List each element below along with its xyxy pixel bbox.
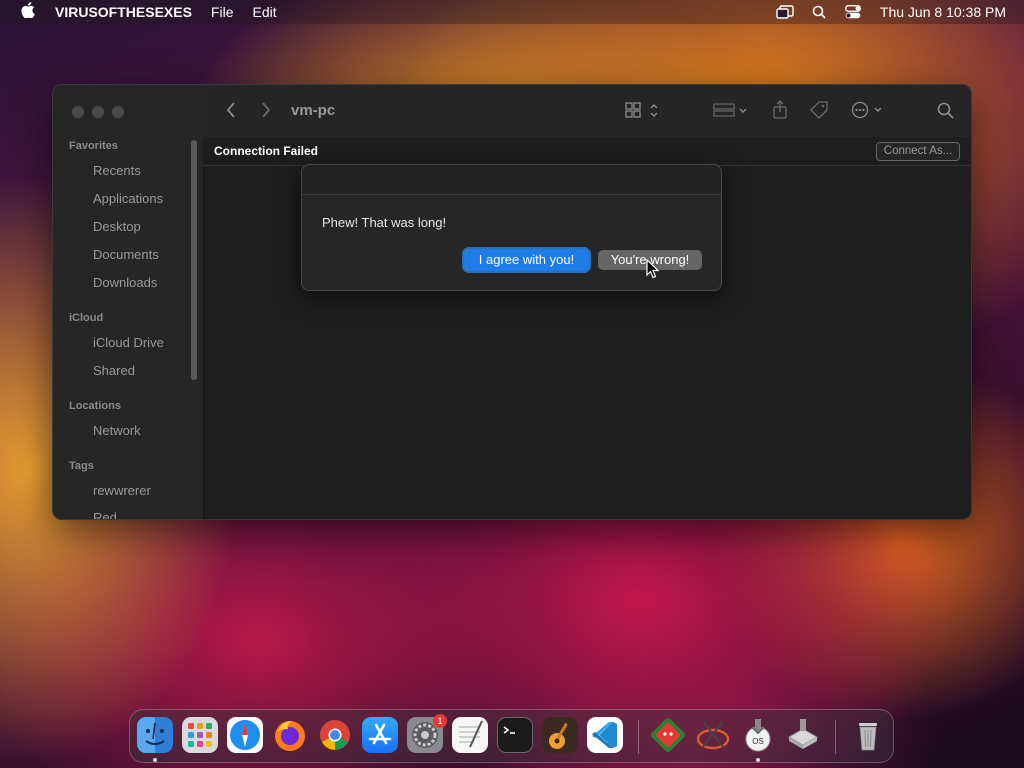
app-store-icon[interactable] [362,717,398,753]
vscode-icon[interactable] [587,717,623,753]
sidebar-item-desktop[interactable]: Desktop [93,219,141,234]
garageband-icon[interactable] [542,717,578,753]
back-button[interactable] [225,101,237,124]
svg-text:OS: OS [752,737,764,746]
agree-button[interactable]: I agree with you! [464,249,589,271]
sidebar-section-icloud: iCloud [69,312,104,324]
settings-notification-badge: 1 [433,714,447,728]
view-grid-icon[interactable] [625,102,661,125]
sidebar-item-applications[interactable]: Applications [93,191,163,206]
finder-window: Favorites Recents Applications Desktop D… [52,84,972,520]
sidebar-item-shared[interactable]: Shared [93,363,135,378]
share-icon[interactable] [772,100,788,125]
menubar-clock[interactable]: Thu Jun 8 10:38 PM [880,4,1006,20]
safari-icon[interactable] [227,717,263,753]
sidebar-item-recents[interactable]: Recents [93,163,141,178]
system-settings-icon[interactable]: 1 [407,714,447,753]
sidebar-item-downloads[interactable]: Downloads [93,275,157,290]
menu-bar: VIRUSOFTHESEXES File Edit Thu Jun 8 10:3… [0,0,1024,24]
search-icon[interactable] [937,102,955,125]
sidebar: Favorites Recents Applications Desktop D… [53,85,204,519]
launchpad-icon[interactable] [182,717,218,753]
dock-separator-trash [835,720,836,754]
connection-status-text: Connection Failed [214,144,319,158]
spotlight-search-icon[interactable] [810,5,828,19]
window-controls [72,106,132,118]
macos-installer-icon[interactable]: OS [740,717,776,753]
status-bar: Connection Failed Connect As... [203,137,971,166]
sidebar-item-network[interactable]: Network [93,423,141,438]
apple-menu-icon[interactable] [19,2,37,22]
game-app-icon[interactable] [650,717,686,753]
sidebar-item-icloud-drive[interactable]: iCloud Drive [93,335,164,350]
sidebar-section-favorites: Favorites [69,140,118,152]
disk-utility-icon[interactable] [785,717,821,753]
sidebar-scrollbar[interactable] [191,140,197,380]
trash-icon[interactable] [850,717,886,753]
screen-mirroring-icon[interactable] [776,5,794,19]
control-center-icon[interactable] [844,5,862,19]
tag-icon[interactable] [809,100,829,125]
minimize-window-button[interactable] [92,106,104,118]
menu-edit[interactable]: Edit [252,4,276,20]
menu-file[interactable]: File [211,4,234,20]
dialog-titlebar [302,165,721,195]
sidebar-item-tag-rewwrerer[interactable]: rewwrerer [93,483,151,498]
forward-button[interactable] [260,101,272,124]
group-by-icon[interactable] [713,102,749,125]
sidebar-section-locations: Locations [69,400,121,412]
connect-as-button[interactable]: Connect As... [876,142,960,161]
textedit-icon[interactable] [452,717,488,753]
sidebar-section-tags: Tags [69,460,94,472]
window-title: vm-pc [291,102,336,119]
sidebar-item-documents[interactable]: Documents [93,247,159,262]
finder-icon[interactable] [137,717,173,753]
dialog-message: Phew! That was long! [322,215,447,230]
installer-running-indicator [756,758,760,762]
sidebar-item-tag-red[interactable]: Red [93,510,117,519]
toolbar: vm-pc [203,85,971,138]
more-actions-icon[interactable] [851,101,887,124]
mouse-pointer-icon [646,258,660,279]
network-tool-icon[interactable] [695,717,731,753]
app-menu[interactable]: VIRUSOFTHESEXES [55,4,192,20]
firefox-icon[interactable] [272,717,308,753]
zoom-window-button[interactable] [112,106,124,118]
close-window-button[interactable] [72,106,84,118]
finder-running-indicator [153,758,157,762]
dock: 1 OS [129,709,894,763]
chrome-icon[interactable] [317,717,353,753]
dock-separator [638,720,639,754]
terminal-icon[interactable] [497,717,533,753]
